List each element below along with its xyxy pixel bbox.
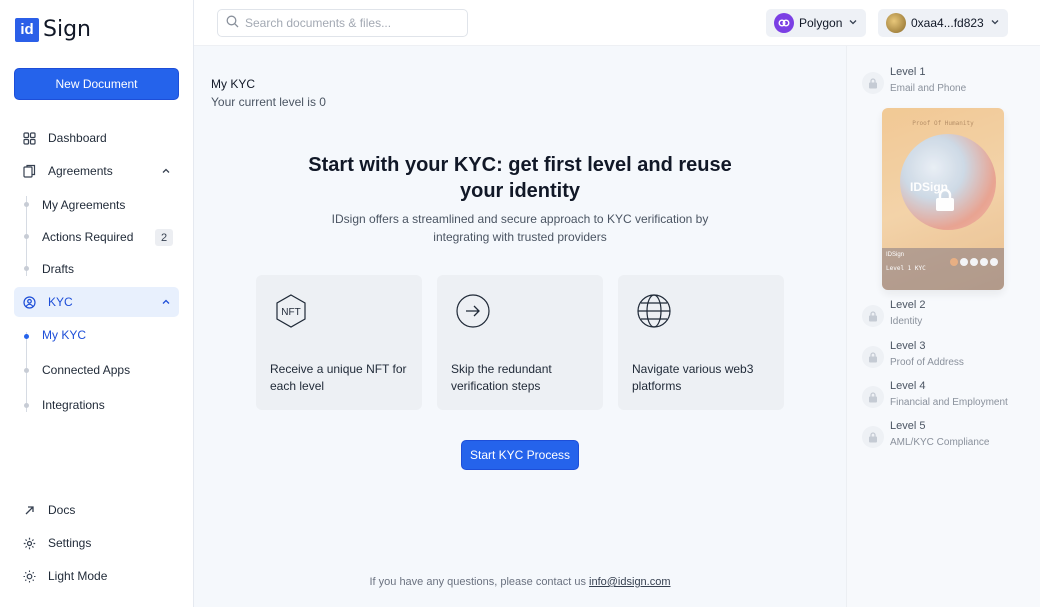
sidebar-item-actions-required[interactable]: Actions Required (42, 230, 133, 244)
footer: If you have any questions, please contac… (300, 576, 740, 588)
nav-label: Agreements (48, 164, 113, 178)
level-name: Level 4 (890, 380, 926, 392)
chevron-up-icon (161, 165, 171, 179)
new-document-button[interactable]: New Document (14, 68, 179, 100)
nav-label: Dashboard (48, 131, 107, 145)
network-name: Polygon (799, 16, 843, 30)
submenu-dot (24, 202, 29, 207)
level-desc: Email and Phone (890, 83, 967, 94)
search-icon (226, 15, 239, 31)
nav-docs[interactable]: Docs (14, 495, 179, 525)
feature-text: Skip the redundant verification steps (451, 362, 552, 393)
copy-icon (22, 164, 36, 178)
arrow-up-right-icon (22, 503, 36, 517)
nav-label: Light Mode (48, 569, 108, 583)
lock-icon (934, 188, 956, 215)
start-kyc-button[interactable]: Start KYC Process (461, 440, 579, 470)
logo[interactable]: id Sign (15, 17, 91, 42)
hero-subtitle: IDsign offers a streamlined and secure a… (331, 212, 709, 244)
page-title: My KYC (211, 77, 256, 91)
network-selector[interactable]: Polygon (766, 9, 867, 37)
sun-icon (22, 569, 36, 583)
nft-card-level: Level 1 KYC (886, 265, 926, 272)
nav-light-mode[interactable]: Light Mode (14, 561, 179, 591)
lock-icon (862, 426, 884, 448)
chevron-up-icon (161, 296, 171, 310)
search-input[interactable] (245, 16, 455, 30)
chevron-down-icon (990, 16, 1000, 30)
user-circle-icon (22, 295, 36, 309)
submenu-dot (24, 368, 29, 373)
level-desc: Identity (890, 316, 923, 327)
nav-agreements[interactable]: Agreements (14, 156, 179, 186)
avatar (886, 13, 906, 33)
submenu-dot (24, 403, 29, 408)
chevron-down-icon (848, 16, 858, 30)
sidebar-item-my-agreements[interactable]: My Agreements (42, 198, 125, 212)
gear-icon (22, 536, 36, 550)
wallet-selector[interactable]: 0xaa4...fd823 (878, 9, 1008, 37)
sidebar-item-my-kyc[interactable]: My KYC (42, 328, 86, 342)
nft-card-image: Proof Of Humanity IDSign IDSign Level 1 … (882, 108, 1004, 290)
feature-card-nft: NFT Receive a unique NFT for each level (256, 275, 422, 410)
feature-text: Navigate various web3 platforms (632, 362, 754, 393)
sidebar-item-integrations[interactable]: Integrations (42, 398, 105, 412)
top-header: Polygon 0xaa4...fd823 (194, 0, 1040, 46)
polygon-icon (774, 13, 794, 33)
sidebar: id Sign New Document Dashboard Agreement… (0, 0, 194, 607)
feature-card-web3: Navigate various web3 platforms (618, 275, 784, 410)
hero-title: Start with your KYC: get first level and… (308, 154, 732, 202)
nav-dashboard[interactable]: Dashboard (14, 123, 179, 153)
nft-icon: NFT (274, 293, 308, 332)
lock-icon (862, 305, 884, 327)
level-name: Level 1 (890, 66, 926, 78)
footer-text: If you have any questions, please contac… (369, 576, 586, 588)
nft-card-title: Proof Of Humanity (912, 120, 974, 127)
nav-label: Settings (48, 536, 92, 550)
nft-level-dots (950, 258, 998, 266)
nav-kyc[interactable]: KYC (14, 287, 179, 317)
level-desc: Financial and Employment (890, 397, 1008, 408)
grid-icon (22, 131, 36, 145)
level-name: Level 2 (890, 299, 926, 311)
level-name: Level 3 (890, 340, 926, 352)
contact-email-link[interactable]: info@idsign.com (589, 576, 670, 588)
current-level-text: Your current level is 0 (211, 95, 326, 109)
level-name: Level 5 (890, 420, 926, 432)
nft-card-footer: IDSign Level 1 KYC (882, 248, 1004, 290)
nav-label: KYC (48, 295, 73, 309)
nft-card-brand: IDSign (886, 252, 905, 258)
nav-settings[interactable]: Settings (14, 528, 179, 558)
arrow-right-circle-icon (455, 293, 491, 332)
submenu-dot-active (24, 334, 29, 339)
globe-icon (636, 293, 672, 332)
wallet-address: 0xaa4...fd823 (911, 16, 984, 30)
lock-icon (862, 72, 884, 94)
feature-card-skip: Skip the redundant verification steps (437, 275, 603, 410)
search-box[interactable] (217, 9, 468, 37)
submenu-dot (24, 234, 29, 239)
nav-label: Docs (48, 503, 76, 517)
lock-icon (862, 346, 884, 368)
level-desc: Proof of Address (890, 357, 964, 368)
logo-mark: id (15, 17, 39, 42)
lock-icon (862, 386, 884, 408)
svg-text:NFT: NFT (281, 307, 300, 318)
logo-text: Sign (43, 17, 91, 42)
feature-text: Receive a unique NFT for each level (270, 362, 407, 393)
count-badge: 2 (155, 229, 173, 246)
level-desc: AML/KYC Compliance (890, 437, 990, 448)
submenu-dot (24, 266, 29, 271)
sidebar-item-connected-apps[interactable]: Connected Apps (42, 363, 130, 377)
sidebar-item-drafts[interactable]: Drafts (42, 262, 74, 276)
